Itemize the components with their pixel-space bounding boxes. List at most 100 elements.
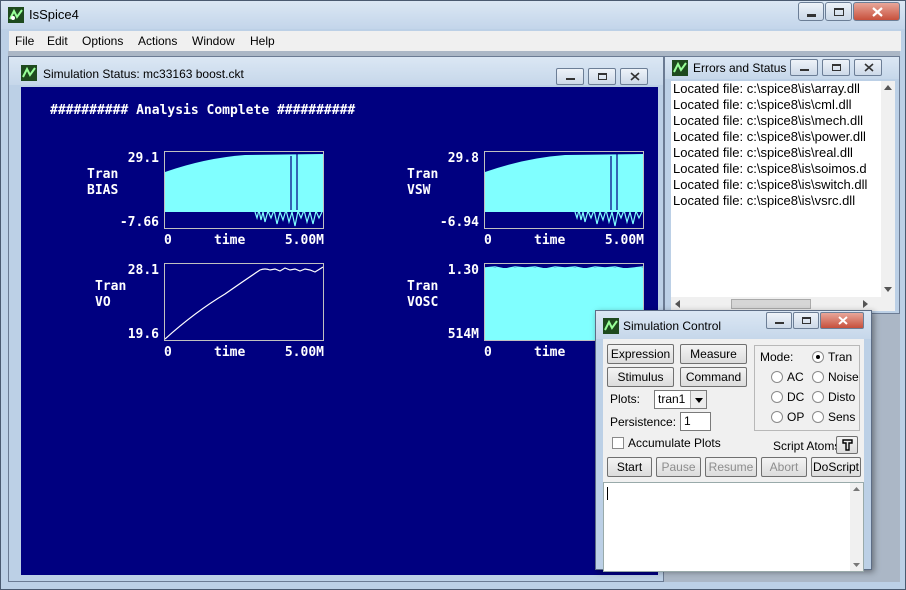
isspice-window-icon xyxy=(672,60,688,76)
scroll-thumb[interactable] xyxy=(731,299,811,309)
simstatus-minimize-button[interactable] xyxy=(556,68,584,85)
plot-vo-ymax: 28.1 xyxy=(127,263,159,278)
main-titlebar: IsSpice4 xyxy=(1,1,905,29)
plot-bias-ymin: -7.66 xyxy=(119,215,159,230)
errors-minimize-button[interactable] xyxy=(790,59,818,76)
persistence-label: Persistence: xyxy=(610,415,677,429)
resume-button[interactable]: Resume xyxy=(705,457,757,477)
plot-vo-x0: 0 xyxy=(164,345,172,360)
simstatus-close-button[interactable] xyxy=(620,68,648,85)
errors-status-titlebar: Errors and Status xyxy=(665,57,899,79)
plot-vo-xlabel: time xyxy=(214,345,246,360)
mode-ac-radio[interactable] xyxy=(771,371,783,383)
simulation-plot-area: ########## Analysis Complete ########## … xyxy=(21,87,658,575)
chevron-down-icon xyxy=(690,391,706,408)
analysis-complete-banner: ########## Analysis Complete ########## xyxy=(50,103,356,118)
menu-actions[interactable]: Actions xyxy=(138,34,177,48)
errors-status-list[interactable]: Located file: c:\spice8\is\array.dll Loc… xyxy=(671,81,895,297)
expression-button[interactable]: Expression xyxy=(607,344,674,364)
plot-bias-ymax: 29.1 xyxy=(127,151,159,166)
plot-vsw-ymax: 29.8 xyxy=(447,151,479,166)
mode-tran-radio[interactable] xyxy=(812,351,824,363)
mode-sens-label: Sens xyxy=(828,410,856,424)
command-button[interactable]: Command xyxy=(680,367,747,387)
app-title: IsSpice4 xyxy=(29,7,79,22)
error-line: Located file: c:\spice8\is\power.dll xyxy=(673,129,866,144)
close-icon xyxy=(864,63,874,72)
persistence-input[interactable]: 1 xyxy=(680,412,711,431)
isspice-app-icon xyxy=(8,7,24,23)
mode-noise-label: Noise xyxy=(828,370,859,384)
plot-vsw-label-2: VSW xyxy=(407,183,431,198)
close-icon xyxy=(872,7,883,17)
plot-vsw-x0: 0 xyxy=(484,233,492,248)
menu-window[interactable]: Window xyxy=(192,34,235,48)
mode-noise-radio[interactable] xyxy=(812,371,824,383)
minimize-icon xyxy=(800,69,809,71)
isspice-window-icon xyxy=(21,65,37,81)
mode-dc-radio[interactable] xyxy=(771,391,783,403)
simctrl-close-button[interactable] xyxy=(820,312,864,329)
abort-button[interactable]: Abort xyxy=(761,457,807,477)
close-icon xyxy=(838,316,848,325)
simstatus-restore-button[interactable] xyxy=(588,68,616,85)
plot-bias-x0: 0 xyxy=(164,233,172,248)
simctrl-minimize-button[interactable] xyxy=(766,312,792,329)
plot-vosc-x0: 0 xyxy=(484,345,492,360)
simulation-status-title: Simulation Status: mc33163 boost.ckt xyxy=(43,67,244,81)
plot-vo-ymin: 19.6 xyxy=(127,327,159,342)
stimulus-button[interactable]: Stimulus xyxy=(607,367,674,387)
plot-vo-trace xyxy=(165,266,323,340)
menu-file[interactable]: File xyxy=(15,34,34,48)
scroll-down-icon xyxy=(884,287,892,292)
menu-options[interactable]: Options xyxy=(82,34,123,48)
mode-op-radio[interactable] xyxy=(771,411,783,423)
mode-ac-label: AC xyxy=(787,370,804,384)
error-line: Located file: c:\spice8\is\real.dll xyxy=(673,145,853,160)
errors-vertical-scrollbar[interactable] xyxy=(881,81,895,297)
pause-button[interactable]: Pause xyxy=(656,457,701,477)
scroll-up-icon xyxy=(884,85,892,90)
close-button[interactable] xyxy=(853,2,900,21)
doscript-button[interactable]: DoScript xyxy=(811,457,861,477)
errors-restore-button[interactable] xyxy=(822,59,850,76)
simulation-control-titlebar: Simulation Control xyxy=(596,311,871,339)
menu-bar: File Edit Options Actions Window Help xyxy=(9,31,901,51)
mode-disto-radio[interactable] xyxy=(812,391,824,403)
plot-bias xyxy=(164,151,324,229)
mode-disto-label: Disto xyxy=(828,390,856,404)
script-atoms-button[interactable] xyxy=(836,436,858,454)
plots-label: Plots: xyxy=(610,392,641,406)
output-vertical-scrollbar[interactable] xyxy=(850,483,863,571)
menu-help[interactable]: Help xyxy=(250,34,275,48)
scroll-right-icon xyxy=(863,300,868,308)
plot-vsw-ymin: -6.94 xyxy=(439,215,479,230)
plots-select[interactable]: tran1 xyxy=(654,390,707,409)
plot-vosc-ymin: 514M xyxy=(447,327,479,342)
minimize-button[interactable] xyxy=(798,2,824,21)
plot-vosc-ymax: 1.30 xyxy=(447,263,479,278)
accumulate-plots-checkbox[interactable] xyxy=(612,437,624,449)
maximize-icon xyxy=(802,317,811,324)
error-line: Located file: c:\spice8\is\mech.dll xyxy=(673,113,864,128)
start-button[interactable]: Start xyxy=(607,457,652,477)
plot-bias-label-2: BIAS xyxy=(87,183,119,198)
simctrl-maximize-button[interactable] xyxy=(793,312,819,329)
mode-tran-label: Tran xyxy=(828,350,853,364)
error-line: Located file: c:\spice8\is\soimos.d xyxy=(673,161,867,176)
accumulate-plots-label: Accumulate Plots xyxy=(628,436,721,450)
errors-status-window: Errors and Status Located file: c:\spice… xyxy=(664,56,900,314)
isspice-window-icon xyxy=(603,318,619,334)
errors-horizontal-scrollbar[interactable] xyxy=(671,297,895,311)
script-atoms-icon xyxy=(842,439,853,451)
menu-edit[interactable]: Edit xyxy=(47,34,68,48)
plot-bias-xmax: 5.00M xyxy=(284,233,324,248)
measure-button[interactable]: Measure xyxy=(680,344,747,364)
simulation-output-textarea[interactable] xyxy=(603,482,864,572)
plot-vosc-label-1: Tran xyxy=(407,279,439,294)
errors-close-button[interactable] xyxy=(854,59,882,76)
script-atoms-label: Script Atoms xyxy=(773,439,841,453)
plots-select-value: tran1 xyxy=(658,392,686,406)
mode-sens-radio[interactable] xyxy=(812,411,824,423)
maximize-button[interactable] xyxy=(825,2,852,21)
